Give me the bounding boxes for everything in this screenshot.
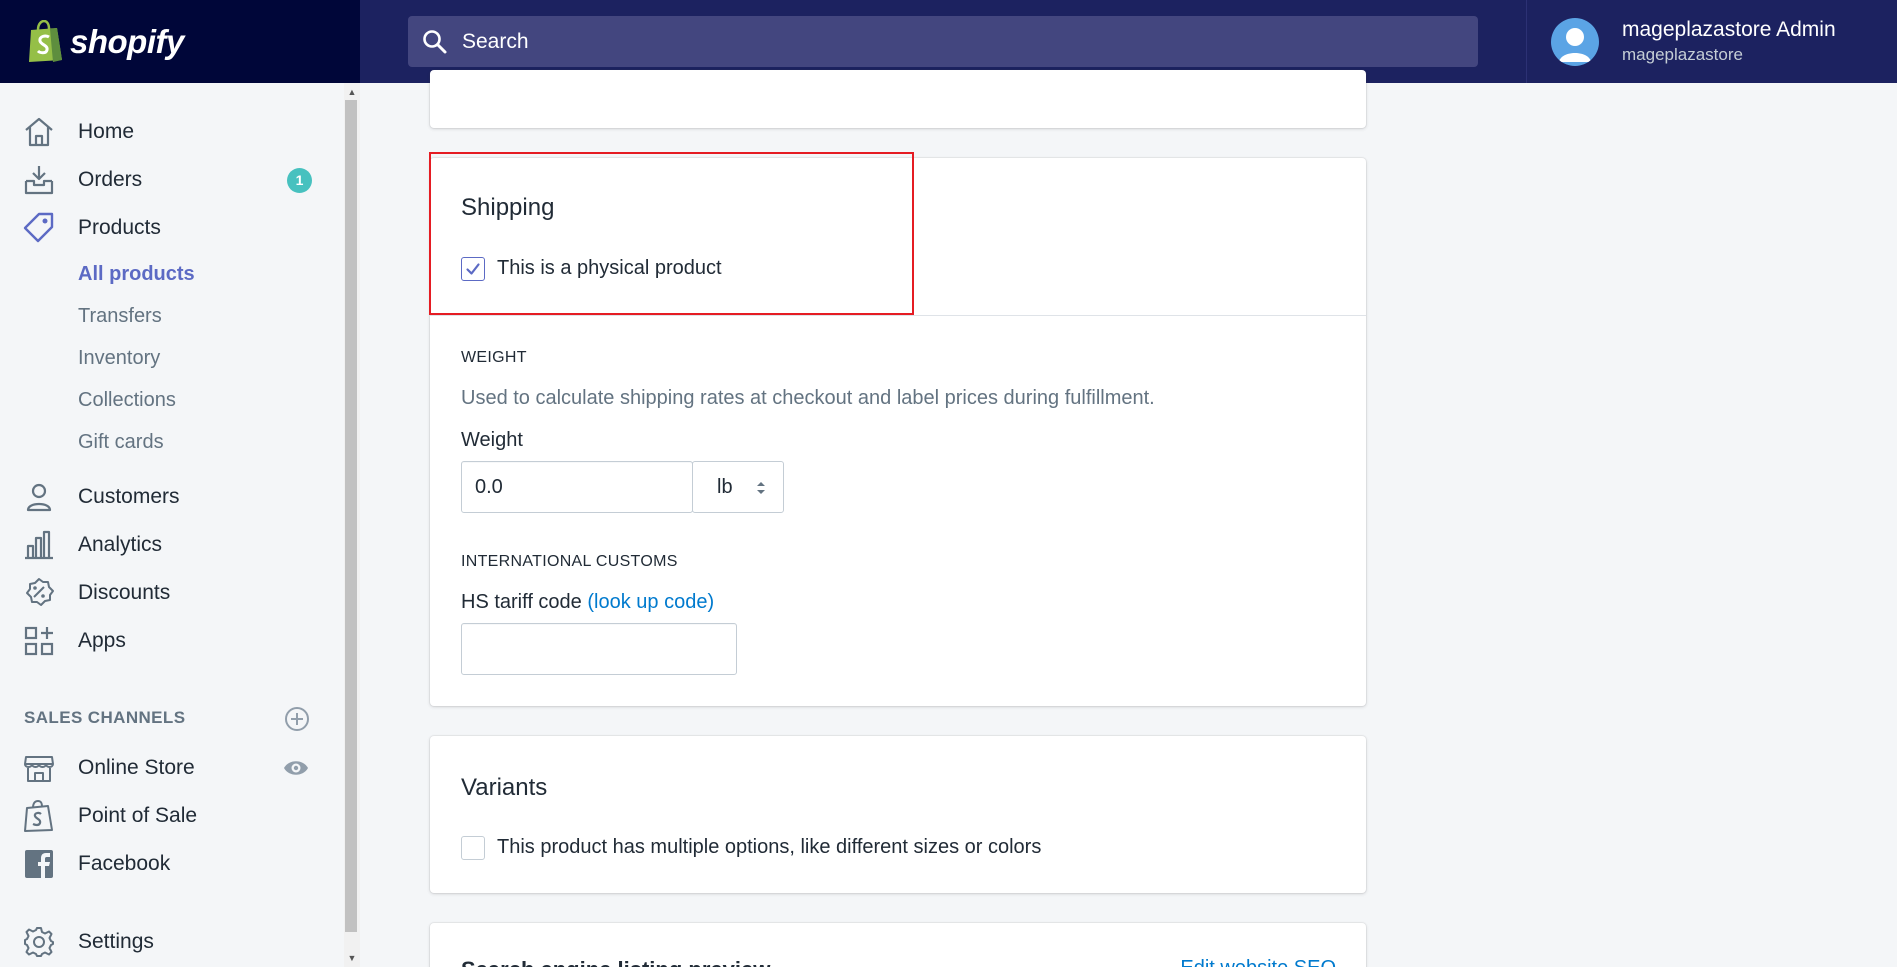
sidebar: Home Orders 1 Products All products Tran… bbox=[0, 83, 344, 967]
variants-card: Variants This product has multiple optio… bbox=[430, 736, 1366, 893]
sidebar-item-label: Customers bbox=[78, 485, 180, 508]
avatar bbox=[1551, 17, 1599, 66]
highlight-box bbox=[429, 152, 914, 315]
hs-tariff-input[interactable] bbox=[461, 623, 737, 675]
shopify-logo[interactable]: shopify bbox=[0, 0, 360, 83]
add-sales-channel-icon[interactable] bbox=[284, 706, 310, 732]
multiple-options-label: This product has multiple options, like … bbox=[497, 836, 1042, 858]
sidebar-subitem-gift-cards[interactable]: Gift cards bbox=[78, 431, 164, 454]
sidebar-item-point-of-sale[interactable]: Point of Sale bbox=[0, 794, 344, 838]
sidebar-item-label: Products bbox=[78, 216, 161, 239]
sidebar-subitem-inventory[interactable]: Inventory bbox=[78, 347, 160, 370]
sidebar-item-label: Point of Sale bbox=[78, 804, 198, 827]
facebook-icon bbox=[25, 850, 53, 878]
multiple-options-checkbox[interactable] bbox=[461, 836, 485, 860]
home-icon bbox=[25, 117, 53, 147]
scroll-up-arrow-icon[interactable]: ▲ bbox=[346, 86, 358, 98]
apps-grid-icon bbox=[24, 626, 54, 656]
weight-unit-select[interactable]: lb bbox=[692, 461, 784, 513]
sidebar-subitem-all-products[interactable]: All products bbox=[78, 263, 195, 286]
bar-chart-icon bbox=[25, 530, 53, 560]
sidebar-subitem-collections[interactable]: Collections bbox=[78, 389, 176, 412]
shopify-bag-icon bbox=[29, 19, 62, 62]
weight-unit-value: lb bbox=[717, 475, 733, 498]
sidebar-item-discounts[interactable]: Discounts bbox=[0, 571, 344, 615]
sidebar-item-facebook[interactable]: Facebook bbox=[0, 842, 344, 886]
weight-label: Weight bbox=[461, 429, 523, 451]
store-icon bbox=[24, 756, 54, 782]
weight-heading: WEIGHT bbox=[461, 349, 527, 366]
sidebar-item-label: Settings bbox=[78, 930, 154, 953]
select-arrows-icon bbox=[757, 482, 765, 494]
discount-badge-icon bbox=[26, 578, 54, 606]
brand-name: shopify bbox=[70, 22, 184, 60]
sidebar-item-apps[interactable]: Apps bbox=[0, 619, 344, 663]
account-store: mageplazastore bbox=[1622, 45, 1743, 64]
customs-heading: INTERNATIONAL CUSTOMS bbox=[461, 553, 678, 570]
sales-channels-heading: SALES CHANNELS bbox=[24, 708, 186, 727]
tag-icon bbox=[23, 212, 54, 243]
sidebar-item-settings[interactable]: Settings bbox=[0, 920, 344, 964]
weight-value: 0.0 bbox=[475, 475, 503, 498]
sidebar-item-online-store[interactable]: Online Store bbox=[0, 746, 344, 790]
sidebar-item-label: Online Store bbox=[78, 756, 195, 779]
sidebar-item-orders[interactable]: Orders 1 bbox=[0, 158, 344, 202]
seo-card: Search engine listing preview Edit websi… bbox=[430, 923, 1366, 967]
sidebar-subitem-transfers[interactable]: Transfers bbox=[78, 305, 162, 328]
sidebar-item-label: Facebook bbox=[78, 852, 171, 875]
person-icon bbox=[26, 483, 52, 512]
variants-title: Variants bbox=[461, 774, 548, 801]
hs-tariff-text: HS tariff code bbox=[461, 591, 582, 613]
pos-bag-icon bbox=[24, 799, 53, 832]
edit-seo-link[interactable]: Edit website SEO bbox=[1180, 957, 1336, 967]
sidebar-item-home[interactable]: Home bbox=[0, 110, 344, 154]
sidebar-item-label: Discounts bbox=[78, 581, 171, 604]
search-input[interactable]: Search bbox=[408, 16, 1478, 67]
section-divider bbox=[430, 315, 1366, 316]
sidebar-scroll-thumb[interactable] bbox=[345, 100, 357, 932]
look-up-code-link[interactable]: (look up code) bbox=[587, 591, 714, 613]
hs-tariff-label: HS tariff code (look up code) bbox=[461, 591, 714, 614]
sidebar-item-label: Analytics bbox=[78, 533, 163, 556]
sidebar-item-label: Apps bbox=[78, 629, 126, 652]
gear-icon bbox=[24, 927, 54, 957]
account-menu[interactable]: mageplazastore Admin mageplazastore bbox=[1526, 0, 1897, 83]
orders-inbox-icon bbox=[24, 166, 54, 195]
weight-help-text: Used to calculate shipping rates at chec… bbox=[461, 387, 1155, 409]
sidebar-item-analytics[interactable]: Analytics bbox=[0, 523, 344, 567]
sidebar-item-products[interactable]: Products bbox=[0, 206, 344, 250]
seo-title: Search engine listing preview bbox=[461, 957, 770, 967]
sidebar-item-customers[interactable]: Customers bbox=[0, 475, 344, 519]
previous-card bbox=[430, 70, 1366, 128]
sidebar-item-label: Orders bbox=[78, 168, 143, 191]
eye-icon[interactable] bbox=[282, 754, 310, 782]
user-avatar-icon bbox=[1559, 27, 1591, 62]
scroll-down-arrow-icon[interactable]: ▼ bbox=[346, 952, 358, 964]
weight-input[interactable]: 0.0 bbox=[461, 461, 693, 513]
search-placeholder: Search bbox=[462, 29, 529, 53]
sidebar-item-label: Home bbox=[78, 120, 135, 143]
orders-count-badge: 1 bbox=[287, 167, 312, 193]
account-name: mageplazastore Admin bbox=[1622, 18, 1836, 41]
search-icon bbox=[423, 29, 447, 53]
